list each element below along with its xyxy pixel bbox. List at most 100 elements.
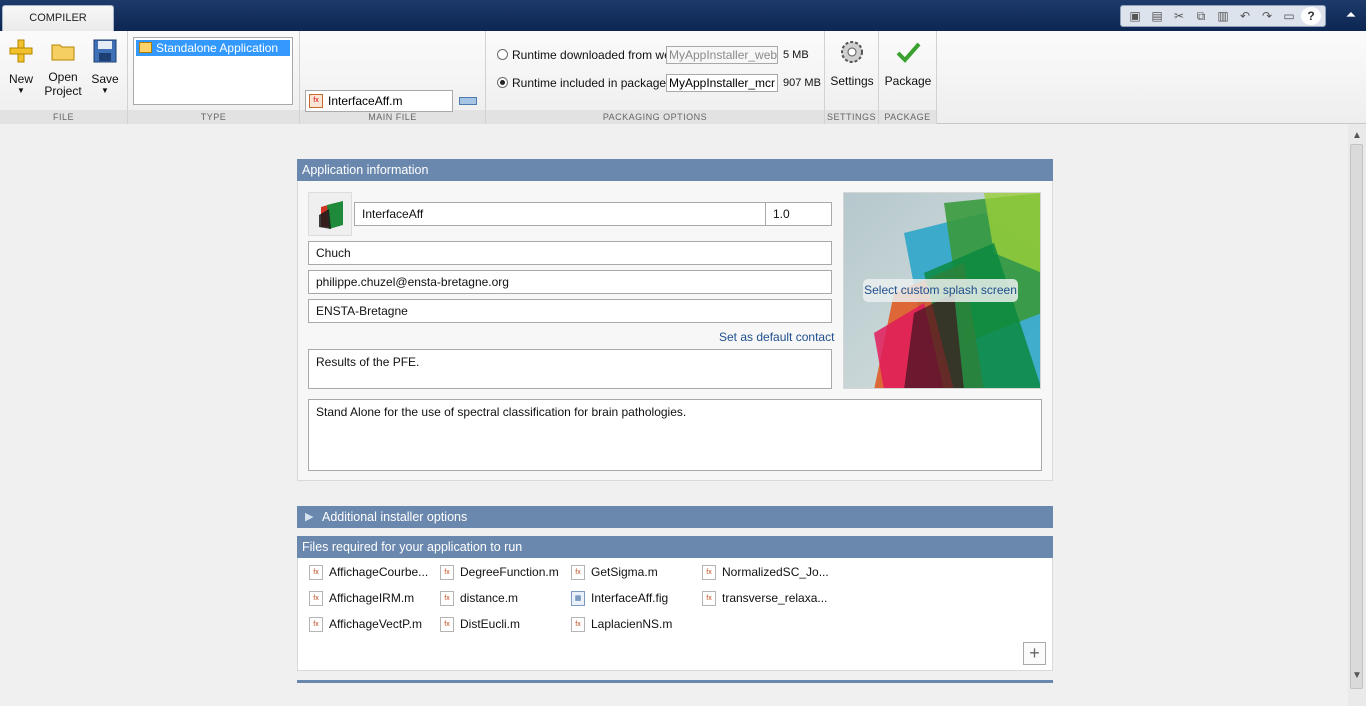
file-name: InterfaceAff.fig xyxy=(591,591,669,605)
summary-field[interactable]: Results of the PFE. xyxy=(308,349,832,389)
files-required-header: Files required for your application to r… xyxy=(297,536,1053,558)
file-name: AffichageVectP.m xyxy=(329,617,422,631)
version-field[interactable]: 1.0 xyxy=(765,202,832,226)
main-file-section-label: MAIN FILE xyxy=(300,110,485,124)
application-window-icon xyxy=(139,42,152,53)
expand-arrow-icon: ▶ xyxy=(305,511,314,523)
email-field[interactable]: philippe.chuzel@ensta-bretagne.org xyxy=(308,270,832,294)
runtime-web-radio[interactable] xyxy=(497,49,508,60)
scroll-down-icon[interactable]: ▼ xyxy=(1348,668,1366,684)
undo-icon[interactable]: ↶ xyxy=(1235,7,1255,25)
fig-file-icon: ▦ xyxy=(571,591,585,606)
mcr-installer-name-input[interactable]: MyAppInstaller_mcr xyxy=(666,74,778,92)
open-project-button[interactable]: Open Project xyxy=(44,37,82,98)
cut-icon[interactable]: ✂ xyxy=(1169,7,1189,25)
app-icon xyxy=(319,201,343,229)
main-file-field[interactable]: fx InterfaceAff.m xyxy=(305,90,453,112)
file-item[interactable]: fx NormalizedSC_Jo... xyxy=(702,565,829,580)
help-icon[interactable]: ? xyxy=(1301,7,1321,25)
file-name: NormalizedSC_Jo... xyxy=(722,565,829,579)
file-item[interactable]: fx AffichageCourbe... xyxy=(309,565,429,580)
save-label: Save xyxy=(91,72,119,86)
package-button[interactable]: Package xyxy=(881,39,935,88)
settings-label: Settings xyxy=(830,74,874,88)
copy-icon[interactable]: ⧉ xyxy=(1191,7,1211,25)
author-name-field[interactable]: Chuch xyxy=(308,241,832,265)
application-information-header: Application information xyxy=(297,159,1053,181)
file-name: DistEucli.m xyxy=(460,617,521,631)
application-type-list[interactable]: Standalone Application xyxy=(133,37,293,105)
tab-strip: COMPILER ▣ ▤ ✂ ⧉ ▥ ↶ ↷ ▭ ? ⏶ xyxy=(0,0,1366,31)
type-item-label: Standalone Application xyxy=(156,41,279,55)
scrollbar-thumb[interactable] xyxy=(1350,144,1363,689)
floppy-disk-icon xyxy=(93,39,117,63)
m-file-icon: fx xyxy=(571,565,585,580)
file-item[interactable]: fx DistEucli.m xyxy=(440,617,521,632)
file-name: LaplacienNS.m xyxy=(591,617,673,631)
chevron-down-icon: ▼ xyxy=(101,86,109,95)
description-field[interactable]: Stand Alone for the use of spectral clas… xyxy=(308,399,1042,471)
redo-icon[interactable]: ↷ xyxy=(1257,7,1277,25)
file-item[interactable]: ▦ InterfaceAff.fig xyxy=(571,591,669,606)
settings-section-label: SETTINGS xyxy=(825,110,878,124)
plus-icon: + xyxy=(1029,643,1040,663)
new-label: New xyxy=(8,72,33,86)
company-field[interactable]: ENSTA-Bretagne xyxy=(308,299,832,323)
file-name: GetSigma.m xyxy=(591,565,658,579)
m-file-icon: fx xyxy=(702,591,716,606)
file-name: AffichageCourbe... xyxy=(329,565,429,579)
tab-compiler[interactable]: COMPILER xyxy=(2,5,114,31)
m-file-icon: fx xyxy=(702,565,716,580)
open-label-line2: Project xyxy=(44,84,82,98)
file-name: DegreeFunction.m xyxy=(460,565,559,579)
paste-icon[interactable]: ▥ xyxy=(1213,7,1233,25)
file-item[interactable]: fx AffichageVectP.m xyxy=(309,617,422,632)
type-section-label: TYPE xyxy=(128,110,299,124)
file-item[interactable]: fx AffichageIRM.m xyxy=(309,591,415,606)
settings-section: Settings SETTINGS xyxy=(825,31,879,124)
vertical-scrollbar[interactable]: ▲ ▼ xyxy=(1348,124,1366,706)
type-standalone-application[interactable]: Standalone Application xyxy=(136,40,290,56)
file-item[interactable]: fx LaplacienNS.m xyxy=(571,617,673,632)
quick-access-toolbar: ▣ ▤ ✂ ⧉ ▥ ↶ ↷ ▭ ? xyxy=(1120,5,1326,27)
next-panel-header-edge xyxy=(297,680,1053,683)
web-installer-name-input[interactable]: MyAppInstaller_web xyxy=(666,46,778,64)
m-file-icon: fx xyxy=(440,591,454,606)
installer-options-label: Additional installer options xyxy=(322,510,468,524)
save-button[interactable]: Save ▼ xyxy=(88,37,122,95)
select-splash-screen-button[interactable]: Select custom splash screen xyxy=(863,279,1018,302)
settings-button[interactable]: Settings xyxy=(827,39,877,88)
folder-icon xyxy=(51,44,75,61)
app-name-field[interactable]: InterfaceAff xyxy=(354,202,766,226)
m-file-icon: fx xyxy=(440,617,454,632)
set-default-contact-link[interactable]: Set as default contact xyxy=(719,330,834,344)
additional-installer-options-header[interactable]: ▶ Additional installer options xyxy=(297,506,1053,528)
toolstrip: New ▼ Open Project Save ▼ FILE TYPE Stan… xyxy=(0,31,1366,124)
new-button[interactable]: New ▼ xyxy=(4,37,38,95)
file-section: New ▼ Open Project Save ▼ FILE xyxy=(0,31,128,124)
open-label-line1: Open xyxy=(48,70,78,84)
app-icon-selector[interactable] xyxy=(308,192,352,236)
file-item[interactable]: fx GetSigma.m xyxy=(571,565,658,580)
window-icon[interactable]: ▭ xyxy=(1279,7,1299,25)
m-file-icon: fx xyxy=(309,94,323,108)
add-file-button[interactable]: + xyxy=(1023,642,1046,665)
web-size-label: 5 MB xyxy=(783,49,809,61)
scroll-up-icon[interactable]: ▲ xyxy=(1348,128,1366,144)
remove-main-file-button[interactable] xyxy=(459,97,477,105)
package-section: Package PACKAGE xyxy=(879,31,937,124)
file-name: AffichageIRM.m xyxy=(329,591,415,605)
m-file-icon: fx xyxy=(309,591,323,606)
save-icon[interactable]: ▤ xyxy=(1147,7,1167,25)
collapse-toolstrip-icon[interactable]: ⏶ xyxy=(1342,6,1360,24)
m-file-icon: fx xyxy=(309,565,323,580)
file-item[interactable]: fx transverse_relaxa... xyxy=(702,591,827,606)
file-item[interactable]: fx DegreeFunction.m xyxy=(440,565,559,580)
packaging-section-label: PACKAGING OPTIONS xyxy=(486,110,824,124)
new-icon[interactable]: ▣ xyxy=(1125,7,1145,25)
package-label: Package xyxy=(884,74,932,88)
file-name: distance.m xyxy=(460,591,519,605)
runtime-included-radio[interactable] xyxy=(497,77,508,88)
file-item[interactable]: fx distance.m xyxy=(440,591,519,606)
checkmark-icon xyxy=(896,42,921,63)
